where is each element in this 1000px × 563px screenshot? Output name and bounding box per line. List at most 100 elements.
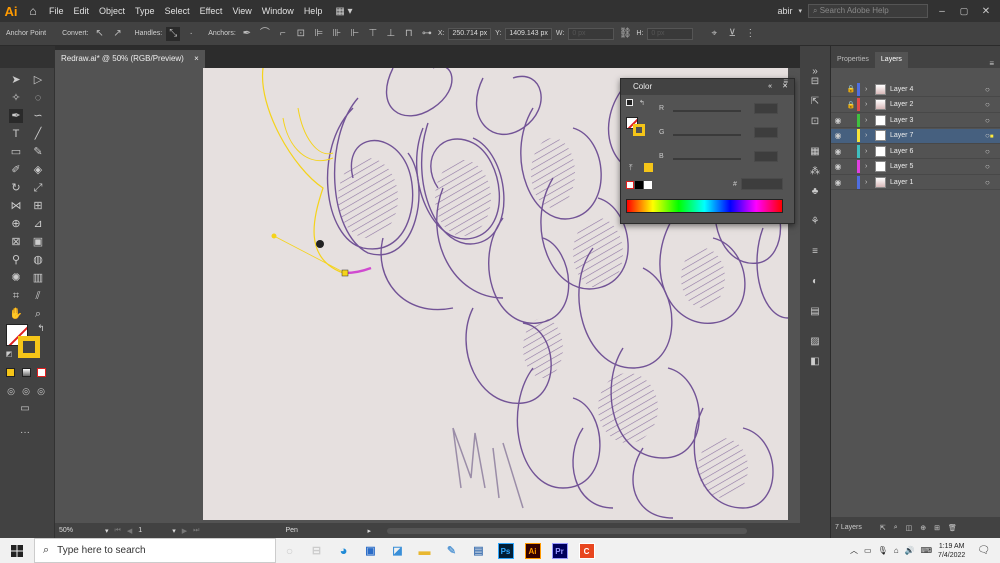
language-icon[interactable]: ⌨ (921, 546, 933, 555)
r-value-field[interactable] (754, 103, 778, 114)
tab-properties[interactable]: Properties (831, 52, 875, 68)
brushes-icon[interactable]: ⁂ (808, 166, 822, 180)
selection-tool-icon[interactable]: ➤ (9, 73, 23, 87)
symbols-icon[interactable]: ♣ (808, 186, 822, 200)
target-circle-icon[interactable]: ○ (985, 100, 1000, 109)
eyedropper-tool-icon[interactable]: ⚲ (9, 253, 23, 267)
shaper-tool-icon[interactable]: ✐ (9, 163, 23, 177)
convert-corner-icon[interactable]: ↖ (93, 27, 107, 41)
swatches-icon[interactable]: ▦ (808, 146, 822, 160)
ai-app-icon[interactable]: Ai (519, 538, 546, 563)
taskbar-search-input[interactable]: ⌕ Type here to search (34, 538, 276, 563)
zoom-select[interactable]: 50% (59, 527, 99, 534)
artboard-number[interactable]: 1 (138, 527, 166, 534)
expand-arrow-icon[interactable]: › (865, 163, 875, 170)
layer-row[interactable]: ◉ › Layer 7 ○■ (831, 128, 1000, 144)
expand-arrow-icon[interactable]: › (865, 101, 875, 108)
last-artboard-icon[interactable]: ⏭ (193, 527, 199, 535)
out-of-gamut-icon[interactable]: ⤒ (629, 163, 633, 173)
r-slider[interactable] (673, 110, 741, 112)
pen-tool-icon[interactable]: ✒ (9, 109, 23, 123)
direct-selection-tool-icon[interactable]: ▷ (31, 73, 45, 87)
canva-app-icon[interactable]: C (573, 538, 600, 563)
next-artboard-icon[interactable]: ▶ (182, 527, 187, 535)
notifications-icon[interactable]: 🗨 (977, 545, 990, 556)
target-circle-icon[interactable]: ○ (985, 85, 1000, 94)
battery-icon[interactable]: ▭ (864, 546, 872, 555)
default-fill-stroke-icon[interactable] (626, 99, 633, 106)
ps-app-icon[interactable]: Ps (492, 538, 519, 563)
gradient-mode-icon[interactable] (22, 368, 31, 377)
constrain-link-icon[interactable]: ⛓ (618, 27, 632, 41)
swap-colors-icon[interactable]: ↰ (639, 99, 645, 107)
x-field[interactable]: 250.714 px (448, 27, 492, 40)
first-artboard-icon[interactable]: ⏮ (115, 527, 121, 535)
panel-menu-icon[interactable]: ⋮ (743, 27, 757, 41)
none-swatch[interactable] (626, 181, 634, 189)
workspace-switcher-icon[interactable]: ▦ ▾ (335, 6, 352, 17)
w-field[interactable]: 0 px (568, 27, 615, 40)
windows-start-icon[interactable] (0, 538, 34, 563)
lasso-tool-icon[interactable]: ◌ (31, 91, 45, 105)
export-selection-icon[interactable]: ⇱ (880, 524, 886, 532)
target-circle-icon[interactable]: ○ (985, 116, 1000, 125)
chevron-down-icon[interactable]: ▾ (172, 527, 176, 535)
hand-tool-icon[interactable]: ✋ (9, 307, 23, 321)
document-tab[interactable]: Redraw.ai* @ 50% (RGB/Preview) × (55, 50, 205, 68)
eraser-tool-icon[interactable]: ◈ (31, 163, 45, 177)
curvature-tool-icon[interactable]: ∽ (31, 109, 45, 123)
cap-icon[interactable]: ⊻ (725, 27, 739, 41)
black-swatch[interactable] (635, 181, 643, 189)
align-center-icon[interactable]: ⊪ (330, 27, 344, 41)
visibility-eye-icon[interactable]: ◉ (831, 116, 845, 125)
b-slider[interactable] (673, 158, 741, 160)
draw-inside-icon[interactable]: ◎ (34, 384, 48, 398)
color-spectrum[interactable] (626, 199, 783, 213)
pencil-tool-icon[interactable]: ✎ (31, 145, 45, 159)
symbol-sprayer-tool-icon[interactable]: ✺ (9, 271, 23, 285)
shape-builder-tool-icon[interactable]: ⊕ (9, 217, 23, 231)
lock-icon[interactable]: 🔒 (845, 85, 857, 93)
isolate-icon[interactable]: ⌖ (707, 27, 721, 41)
target-circle-icon[interactable]: ○ (985, 178, 1000, 187)
visibility-eye-icon[interactable]: ◉ (831, 162, 845, 171)
align-middle-icon[interactable]: ⊥ (384, 27, 398, 41)
b-value-field[interactable] (754, 151, 778, 162)
artboard-tool-icon[interactable]: ⌗ (9, 289, 23, 303)
default-colors-icon[interactable]: ◩ (2, 348, 16, 362)
layer-row[interactable]: ◉ › Layer 1 ○ (831, 175, 1000, 190)
paint-icon[interactable]: ✎ (438, 538, 465, 563)
chevron-down-icon[interactable]: ▾ (105, 527, 109, 535)
anchor-point[interactable] (341, 269, 349, 277)
layer-name[interactable]: Layer 4 (890, 86, 985, 93)
edge-icon[interactable]: ◕ (330, 538, 357, 563)
align-right-icon[interactable]: ⊩ (348, 27, 362, 41)
trash-icon[interactable]: 🗑 (948, 524, 957, 532)
new-layer-icon[interactable]: ⊞ (934, 524, 940, 532)
layer-row[interactable]: ◉ › Layer 5 ○ (831, 160, 1000, 175)
zoom-tool-icon[interactable]: ⌕ (31, 307, 45, 321)
expand-arrow-icon[interactable]: › (865, 132, 875, 139)
bezier-handle[interactable] (271, 233, 277, 239)
expand-arrow-icon[interactable]: › (865, 86, 875, 93)
hex-field[interactable] (741, 178, 783, 190)
panel-menu-icon[interactable]: ≡ (783, 77, 788, 86)
stroke-swatch[interactable] (18, 336, 40, 358)
menu-file[interactable]: File (44, 0, 69, 22)
gallery-icon[interactable]: ▤ (465, 538, 492, 563)
swap-fill-stroke-icon[interactable]: ↰ (34, 321, 48, 335)
close-icon[interactable]: ✕ (978, 6, 994, 17)
layer-name[interactable]: Layer 2 (890, 101, 985, 108)
maximize-icon[interactable]: ▢ (956, 6, 972, 17)
visibility-eye-icon[interactable]: ◉ (831, 178, 845, 187)
align-bottom-icon[interactable]: ⊓ (402, 27, 416, 41)
layer-row[interactable]: 🔒 › Layer 2 ○ (831, 98, 1000, 113)
color-mode-icon[interactable] (6, 368, 15, 377)
perspective-grid-tool-icon[interactable]: ⊿ (31, 217, 45, 231)
graphic-styles-icon[interactable]: ▨ (808, 336, 822, 350)
layer-name[interactable]: Layer 3 (890, 117, 985, 124)
mesh-tool-icon[interactable]: ⊠ (9, 235, 23, 249)
locate-object-icon[interactable]: ⌕ (894, 524, 898, 532)
menu-window[interactable]: Window (257, 0, 299, 22)
network-icon[interactable]: ⌂ (894, 546, 899, 555)
